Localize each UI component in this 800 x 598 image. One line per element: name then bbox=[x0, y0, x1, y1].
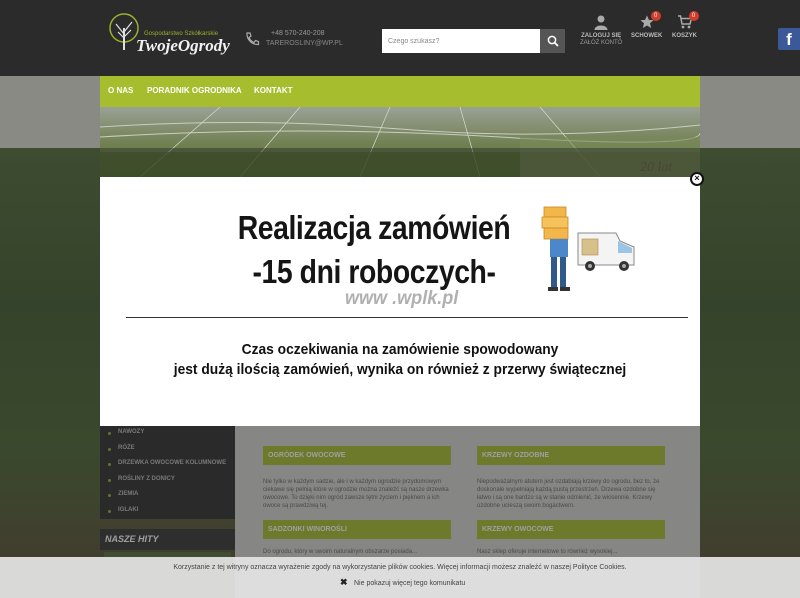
cart-label: KOSZYK bbox=[672, 33, 698, 39]
close-icon: ✖ bbox=[340, 577, 348, 587]
cookie-dismiss-button[interactable]: ✖ Nie pokazuj więcej tego komunikatu bbox=[340, 577, 465, 588]
site-header: Gospodarstwo Szkółkarskie TwojeOgrody +4… bbox=[0, 0, 800, 76]
modal-text-line2: jest dużą ilością zamówień, wynika on ró… bbox=[173, 361, 627, 378]
phone-number[interactable]: +48 570-240-208 bbox=[271, 30, 325, 37]
modal-divider bbox=[126, 317, 688, 318]
cookie-text: Korzystanie z tej witryny oznacza wyraże… bbox=[173, 564, 627, 571]
search-icon bbox=[547, 35, 559, 47]
nav-item-contact[interactable]: KONTAKT bbox=[254, 86, 293, 95]
email-address[interactable]: TAREROSLINY@WP.PL bbox=[266, 40, 343, 47]
register-label[interactable]: ZAŁÓŻ KONTO bbox=[580, 40, 622, 46]
login-label: ZALOGUJ SIĘ bbox=[581, 33, 622, 39]
delivery-illustration bbox=[541, 206, 635, 291]
main-nav: O NAS PORADNIK OGRODNIKA KONTAKT bbox=[100, 76, 700, 107]
cookie-banner: Korzystanie z tej witryny oznacza wyraże… bbox=[0, 557, 800, 598]
nav-item-about[interactable]: O NAS bbox=[108, 86, 133, 95]
cart-link[interactable]: 0 KOSZYK bbox=[672, 11, 699, 39]
nav-item-guide[interactable]: PORADNIK OGRODNIKA bbox=[147, 86, 242, 95]
phone-icon bbox=[246, 32, 260, 46]
user-icon bbox=[594, 15, 608, 30]
saved-label: SCHOWEK bbox=[631, 33, 663, 39]
modal-watermark: www .wplk.pl bbox=[344, 288, 459, 309]
saved-count-badge: 0 bbox=[650, 11, 661, 21]
logo[interactable]: Gospodarstwo Szkółkarskie TwojeOgrody bbox=[106, 12, 231, 56]
facebook-icon[interactable]: f bbox=[778, 28, 800, 50]
search-button[interactable] bbox=[540, 29, 565, 53]
logo-text: TwojeOgrody bbox=[136, 36, 230, 55]
close-icon[interactable]: × bbox=[690, 172, 704, 186]
account-link[interactable]: ZALOGUJ SIĘ ZAŁÓŻ KONTO bbox=[580, 14, 622, 46]
announcement-modal: Realizacja zamówień -15 dni roboczych- w… bbox=[100, 177, 700, 426]
cookie-dismiss-label: Nie pokazuj więcej tego komunikatu bbox=[354, 580, 466, 587]
cart-count-badge: 0 bbox=[688, 11, 699, 21]
modal-text-line1: Czas oczekiwania na zamówienie spowodowa… bbox=[241, 341, 559, 358]
search-input[interactable] bbox=[382, 29, 540, 53]
saved-link[interactable]: 0 SCHOWEK bbox=[631, 11, 663, 39]
